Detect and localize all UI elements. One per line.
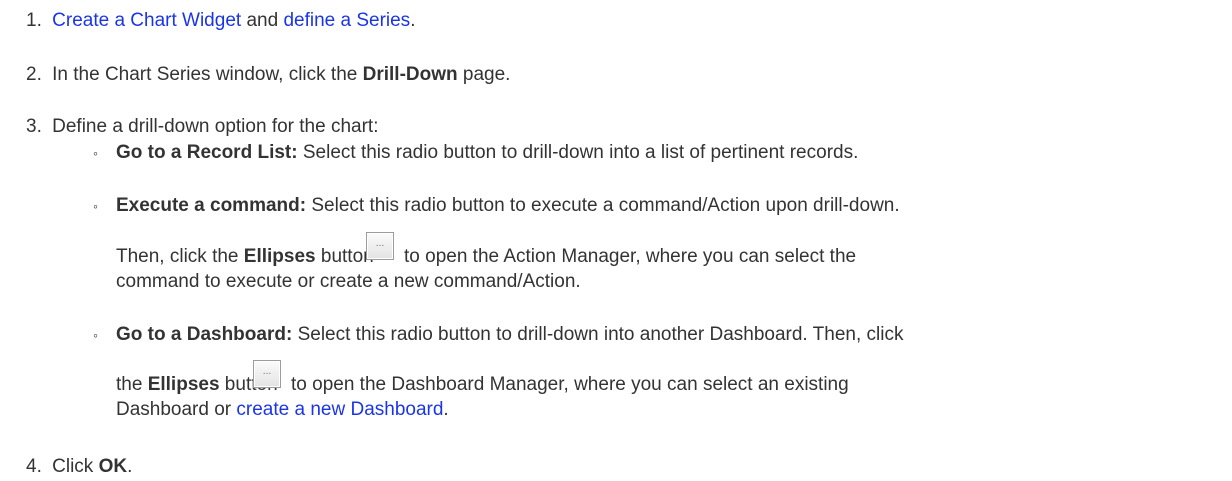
ellipses-button-dashboard[interactable]: ... xyxy=(253,360,281,388)
option-record-list: Go to a Record List: Select this radio b… xyxy=(116,141,858,165)
option-3-l3-end: . xyxy=(443,399,449,420)
option-2-text: Select this radio button to execute a co… xyxy=(306,195,900,216)
step-2-number: 2. xyxy=(26,64,42,85)
option-3-l2-pre: the xyxy=(116,374,148,395)
step-4-bold: OK xyxy=(98,456,128,477)
create-new-dashboard-link[interactable]: create a new Dashboard xyxy=(236,399,443,420)
step-2-pre: In the Chart Series window, click the xyxy=(52,64,363,85)
step-2-text: In the Chart Series window, click the Dr… xyxy=(52,64,510,85)
create-chart-widget-link[interactable]: Create a Chart Widget xyxy=(52,10,241,31)
option-3-text: Select this radio button to drill-down i… xyxy=(292,324,904,345)
define-series-link[interactable]: define a Series xyxy=(283,10,410,31)
option-3-line-3: Dashboard or create a new Dashboard. xyxy=(116,398,449,422)
ellipsis-icon: ... xyxy=(262,367,272,377)
step-4-number: 4. xyxy=(26,456,42,477)
option-1-title: Go to a Record List: xyxy=(116,142,298,163)
step-4-end: . xyxy=(127,456,133,477)
option-2-p2-bold: Ellipses xyxy=(243,246,316,267)
option-3-l3-pre: Dashboard or xyxy=(116,399,237,420)
step-1: 1. Create a Chart Widget and define a Se… xyxy=(26,9,415,33)
step-2-end: page. xyxy=(457,64,511,85)
step-3-number: 3. xyxy=(26,116,42,137)
step-4: 4. Click OK. xyxy=(26,455,132,479)
option-1-text: Select this radio button to drill-down i… xyxy=(297,142,859,163)
option-2-bullet: ◦ xyxy=(93,198,98,214)
step-4-pre: Click xyxy=(52,456,99,477)
option-2-paragraph-line-1-cont: to open the Action Manager, where you ca… xyxy=(404,245,856,269)
option-2-p2-pre: Then, click the xyxy=(116,246,244,267)
option-3-title: Go to a Dashboard: xyxy=(116,324,293,345)
option-2-paragraph-line-1: Then, click the Ellipses button xyxy=(116,245,374,269)
step-1-connector: and xyxy=(241,10,284,31)
ellipses-button-action[interactable]: ... xyxy=(366,232,394,260)
option-2-title: Execute a command: xyxy=(116,195,307,216)
option-3-l2-bold: Ellipses xyxy=(147,374,220,395)
ellipsis-icon: ... xyxy=(375,239,385,249)
option-2-paragraph-line-2: command to execute or create a new comma… xyxy=(116,270,581,294)
option-3-l2-after: to open the Dashboard Manager, where you… xyxy=(291,374,849,395)
step-1-number: 1. xyxy=(26,10,42,31)
option-2-p2-line2: command to execute or create a new comma… xyxy=(116,271,581,292)
step-1-end: . xyxy=(410,10,416,31)
option-dashboard: Go to a Dashboard: Select this radio but… xyxy=(116,323,903,347)
option-2-p2-mid: button xyxy=(315,246,374,267)
option-2-p2-after: to open the Action Manager, where you ca… xyxy=(404,246,857,267)
step-3-text: Define a drill-down option for the chart… xyxy=(52,116,379,137)
option-1-bullet: ◦ xyxy=(93,145,98,161)
option-3-bullet: ◦ xyxy=(93,327,98,343)
step-2-bold: Drill-Down xyxy=(362,64,458,85)
option-3-line-2-cont: to open the Dashboard Manager, where you… xyxy=(291,373,849,397)
option-execute-command: Execute a command: Select this radio but… xyxy=(116,194,900,218)
step-3: 3. Define a drill-down option for the ch… xyxy=(26,115,378,139)
step-4-text: Click OK. xyxy=(52,456,132,477)
step-2: 2. In the Chart Series window, click the… xyxy=(26,63,510,87)
